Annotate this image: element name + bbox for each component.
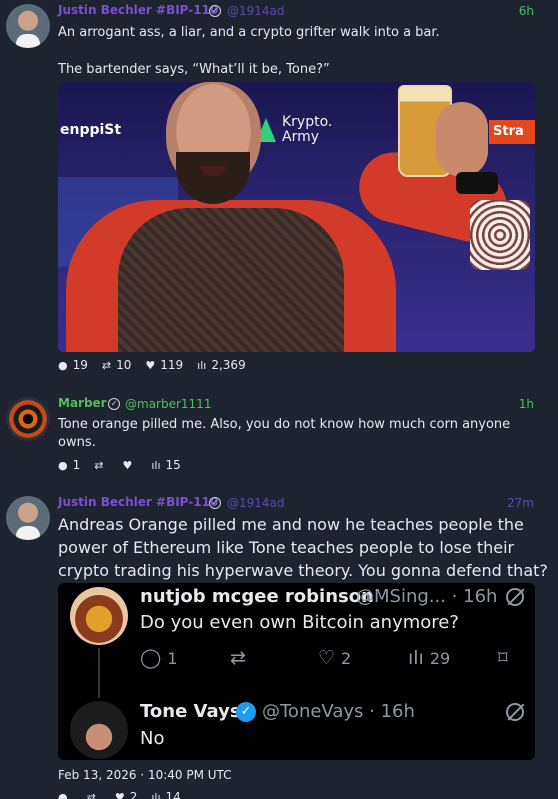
avatar-nutjob: [70, 587, 128, 645]
embedded-image[interactable]: nutjob mcgee robinson @MSing... · 16h Do…: [58, 583, 535, 760]
embed-reply: ◯ 1: [140, 647, 178, 669]
reply-icon: ●: [58, 790, 68, 799]
person-cuff: [470, 200, 530, 270]
post-time[interactable]: 6h: [519, 4, 534, 18]
embed-name-1: nutjob mcgee robinson: [140, 586, 374, 607]
person-hand: [436, 102, 488, 177]
avatar-marber[interactable]: [6, 397, 50, 441]
post-stats: ● ⇄ ♥ 2 ılı 14: [58, 790, 189, 799]
sign-center: Krypto. Army: [282, 114, 333, 145]
author-handle[interactable]: @1914ad: [227, 496, 285, 510]
avatar-tone: [70, 701, 128, 759]
views-stat[interactable]: ılı 15: [151, 458, 180, 472]
views-icon: ılı: [408, 647, 424, 669]
embed-like: ♡ 2: [318, 647, 352, 669]
reply-icon: ◯: [140, 647, 162, 669]
like-button[interactable]: ♥: [122, 459, 137, 472]
views-icon: ılı: [151, 458, 161, 472]
reply-button[interactable]: ●: [58, 791, 73, 799]
post-image[interactable]: enppiSt Krypto. Army Stra: [58, 82, 535, 352]
avatar-justin[interactable]: [6, 496, 50, 540]
post-stats: ● 1 ⇄ ♥ ılı 15: [58, 458, 189, 472]
views-icon: ılı: [151, 790, 161, 799]
post-text-line-2: The bartender says, “What’ll it be, Tone…: [58, 62, 330, 77]
reply-button[interactable]: ● 1: [58, 458, 80, 472]
person-vest: [118, 208, 344, 352]
avatar-justin[interactable]: [6, 4, 50, 48]
embed-bookmark: ⌑: [498, 647, 508, 669]
embed-text-2: No: [140, 728, 165, 749]
verified-icon: ✓: [108, 398, 120, 410]
person-beard: [176, 152, 250, 204]
bookmark-icon: ⌑: [498, 647, 508, 669]
post-date[interactable]: Feb 13, 2026 · 10:40 PM UTC: [58, 767, 232, 784]
repost-button[interactable]: ⇄: [94, 459, 108, 472]
reply-button[interactable]: ● 19: [58, 358, 88, 372]
embed-handle-1: @MSing... · 16h: [356, 586, 498, 607]
author-name[interactable]: Justin Bechler #BIP-110: [58, 3, 218, 17]
heart-icon: ♥: [145, 358, 156, 372]
like-button[interactable]: ♥ 2: [115, 790, 138, 799]
post-text-line-1: Andreas Orange pilled me and now he teac…: [58, 515, 524, 534]
post-text-line-1: An arrogant ass, a liar, and a crypto gr…: [58, 25, 440, 40]
sign-right: Stra: [489, 120, 535, 144]
repost-button[interactable]: ⇄: [87, 791, 101, 799]
post-stats: ● 19 ⇄ 10 ♥ 119 ılı 2,369: [58, 358, 254, 372]
reply-icon: ●: [58, 458, 68, 472]
embed-name-2: Tone Vays: [140, 701, 241, 722]
views-icon: ılı: [197, 358, 207, 372]
heart-icon: ♥: [114, 790, 125, 799]
post-text-line-1: Tone orange pilled me. Also, you do not …: [58, 417, 511, 432]
repost-icon: ⇄: [101, 358, 112, 372]
post-text-line-3: crypto trading his hyperwave theory. You…: [58, 561, 548, 580]
watch: [456, 172, 498, 194]
thread-line: [98, 648, 100, 698]
embed-repost: ⇄: [230, 647, 252, 669]
author-handle[interactable]: @marber1111: [125, 397, 211, 411]
views-stat[interactable]: ılı 14: [151, 790, 180, 799]
views-stat[interactable]: ılı 2,369: [197, 358, 246, 372]
like-button[interactable]: ♥ 119: [145, 358, 183, 372]
heart-icon: ♡: [318, 647, 336, 669]
verified-icon: ✓: [209, 5, 221, 17]
author-name[interactable]: Marber: [58, 396, 107, 410]
post-time[interactable]: 1h: [519, 397, 534, 411]
reply-icon: ●: [58, 358, 68, 372]
grok-icon: [506, 588, 524, 606]
grok-icon: [506, 703, 524, 721]
post-text-line-2: power of Ethereum like Tone teaches peop…: [58, 538, 515, 557]
repost-icon: ⇄: [94, 458, 104, 472]
verified-icon: ✓: [209, 497, 221, 509]
embed-views: ılı 29: [408, 647, 451, 669]
repost-button[interactable]: ⇄ 10: [102, 358, 132, 372]
repost-icon: ⇄: [86, 790, 96, 799]
verified-icon: ✓: [236, 702, 256, 722]
embed-text-1: Do you even own Bitcoin anymore?: [140, 612, 459, 633]
heart-icon: ♥: [122, 458, 133, 472]
author-handle[interactable]: @1914ad: [227, 4, 285, 18]
author-name[interactable]: Justin Bechler #BIP-110: [58, 495, 218, 509]
post-text-line-2: owns.: [58, 435, 96, 450]
repost-icon: ⇄: [230, 647, 246, 669]
embed-handle-2: @ToneVays · 16h: [262, 701, 415, 722]
post-time[interactable]: 27m: [507, 496, 534, 510]
sign-left: enppiSt: [60, 122, 122, 138]
